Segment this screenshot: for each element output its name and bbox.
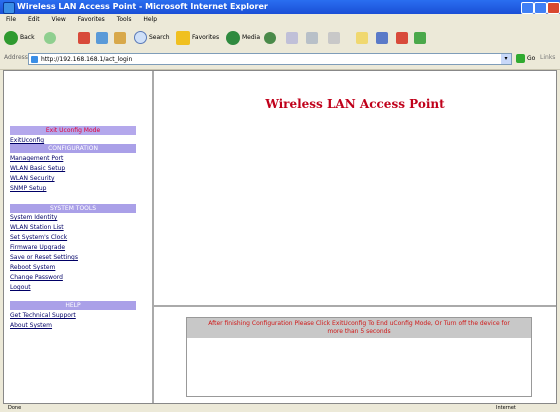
sidebar-item-change-password[interactable]: Change Password [10,274,63,281]
maximize-button[interactable] [534,2,547,14]
dropdown-arrow-icon[interactable]: ▾ [501,54,511,64]
discuss-icon[interactable] [414,32,426,44]
sidebar-item-system-identity[interactable]: System Identity [10,214,57,221]
page-title: Wireless LAN Access Point [265,97,445,111]
message-header: After finishing Configuration Please Cli… [187,318,531,338]
message-line-1: After finishing Configuration Please Cli… [208,320,510,327]
message-box: After finishing Configuration Please Cli… [186,317,532,397]
sidebar-item-wlan-security[interactable]: WLAN Security [10,175,55,182]
address-bar: Address http://192.168.168.1/act_login ▾… [0,50,560,70]
search-icon [134,31,147,44]
window-title-bar: Wireless LAN Access Point - Microsoft In… [0,0,560,14]
search-button[interactable]: Search [134,30,170,46]
edit-icon[interactable] [328,32,340,44]
mail-icon[interactable] [286,32,298,44]
home-icon[interactable] [114,32,126,44]
sidebar-item-wlan-basic-setup[interactable]: WLAN Basic Setup [10,165,65,172]
favorites-star-icon [176,30,190,45]
exit-uconfig-header: Exit Uconfig Mode [10,126,136,135]
media-button[interactable]: Media [226,30,260,46]
sidebar-item-management-port[interactable]: Management Port [10,155,63,162]
address-input[interactable]: http://192.168.168.1/act_login ▾ [28,53,512,65]
menu-file[interactable]: File [6,16,16,23]
sidebar-item-snmp-setup[interactable]: SNMP Setup [10,185,46,192]
refresh-icon[interactable] [96,32,108,44]
minimize-button[interactable] [521,2,534,14]
main-frame: Wireless LAN Access Point [154,71,556,307]
sidebar-item-about-system[interactable]: About System [10,322,52,329]
menu-favorites[interactable]: Favorites [78,16,105,23]
media-icon [226,30,240,45]
sidebar-item-reboot-system[interactable]: Reboot System [10,264,55,271]
forward-icon[interactable] [44,32,56,44]
menu-bar: File Edit View Favorites Tools Help [0,14,560,26]
sidebar-item-firmware-upgrade[interactable]: Firmware Upgrade [10,244,65,251]
menu-help[interactable]: Help [143,16,157,23]
folder-icon[interactable] [356,32,368,44]
configuration-header: CONFIGURATION [10,144,136,153]
research-icon[interactable] [396,32,408,44]
print-icon[interactable] [306,32,318,44]
sidebar-item-wlan-station-list[interactable]: WLAN Station List [10,224,64,231]
sidebar-item-get-technical-support[interactable]: Get Technical Support [10,312,76,319]
status-bar: Done Internet [0,404,560,412]
stop-icon[interactable] [78,32,90,44]
system-tools-header: SYSTEM TOOLS [10,204,136,213]
links-button[interactable]: Links [540,54,555,61]
status-text: Done [8,405,22,411]
menu-edit[interactable]: Edit [28,16,40,23]
go-button[interactable]: Go [516,54,535,63]
address-label: Address [4,54,28,61]
message-frame: After finishing Configuration Please Cli… [154,307,556,403]
ie-icon [3,2,15,14]
close-button[interactable] [547,2,560,14]
sidebar-item-save-reset-settings[interactable]: Save or Reset Settings [10,254,78,261]
messenger-icon[interactable] [376,32,388,44]
toolbar: Back Search Favorites Media [0,26,560,51]
help-header: HELP [10,301,136,310]
internet-zone: Internet [496,405,516,411]
sidebar: Exit Uconfig Mode ExitUconfig CONFIGURAT… [4,71,154,403]
history-icon[interactable] [264,32,276,44]
menu-view[interactable]: View [52,16,66,23]
message-line-2: more than 5 seconds [327,328,391,335]
window-title: Wireless LAN Access Point - Microsoft In… [17,2,268,11]
page-content: Exit Uconfig Mode ExitUconfig CONFIGURAT… [3,70,557,404]
menu-tools[interactable]: Tools [117,16,132,23]
favorites-button[interactable]: Favorites [176,30,219,46]
back-arrow-icon [4,30,18,45]
go-arrow-icon [516,54,525,63]
sidebar-item-set-system-clock[interactable]: Set System's Clock [10,234,67,241]
address-url: http://192.168.168.1/act_login [41,56,133,63]
exit-uconfig-link[interactable]: ExitUconfig [10,137,44,144]
page-icon [31,56,38,63]
sidebar-item-logout[interactable]: Logout [10,284,31,291]
back-button[interactable]: Back [4,30,35,46]
